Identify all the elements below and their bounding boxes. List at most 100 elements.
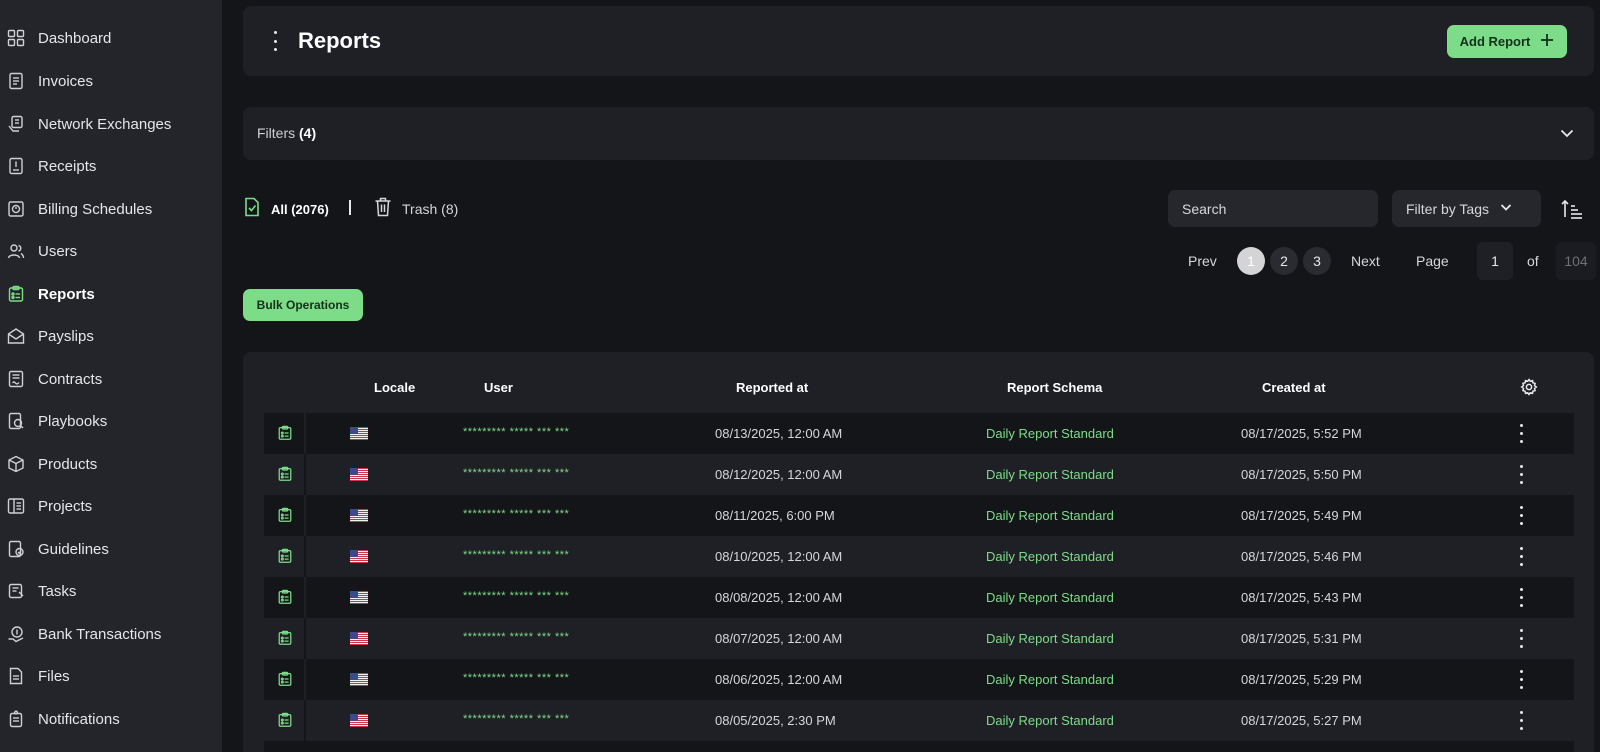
row-menu-button[interactable] [1516,547,1526,566]
cell-created-at: 08/17/2025, 5:43 PM [1241,590,1362,605]
tab-all-label: All (2076) [271,201,329,217]
us-flag-icon [350,550,368,563]
sidebar-item-label: Contracts [38,370,103,388]
trash-icon [374,197,392,222]
column-header-reported-at[interactable]: Reported at [736,380,808,395]
sidebar-item-dashboard[interactable]: Dashboard [0,20,222,56]
page-number-input[interactable] [1477,242,1513,280]
page-button-1[interactable]: 1 [1237,247,1265,275]
cell-reported-at: 08/05/2025, 2:30 PM [715,713,836,728]
sidebar-item-receipts[interactable]: Receipts [0,148,222,184]
prev-page-link[interactable]: Prev [1188,253,1217,269]
sidebar-item-guidelines[interactable]: Guidelines [0,531,222,567]
row-menu-button[interactable] [1516,424,1526,443]
cell-user[interactable]: ********* ***** *** *** [463,508,569,520]
sidebar-item-label: Reports [38,285,95,303]
cell-report-schema[interactable]: Daily Report Standard [986,672,1114,687]
playbook-icon [6,411,26,431]
table-row[interactable]: ********* ***** *** *** 08/10/2025, 12:0… [264,536,1574,577]
row-menu-button[interactable] [1516,629,1526,648]
table-row[interactable]: ********* ***** *** *** 08/05/2025, 2:30… [264,700,1574,741]
sidebar-item-label: Files [38,667,70,685]
table-row[interactable]: ********* ***** *** *** 08/08/2025, 12:0… [264,577,1574,618]
cell-user[interactable]: ********* ***** *** *** [463,426,569,438]
row-menu-button[interactable] [1516,588,1526,607]
report-icon [277,671,293,687]
row-separator [304,659,306,700]
row-separator [304,577,306,618]
sidebar-item-reports[interactable]: Reports [0,276,222,312]
table-row[interactable]: ********* ***** *** *** 08/06/2025, 12:0… [264,659,1574,700]
cell-user[interactable]: ********* ***** *** *** [463,590,569,602]
sort-icon[interactable] [1560,197,1584,221]
table-row[interactable]: ********* ***** *** *** 08/12/2025, 12:0… [264,454,1574,495]
chevron-down-icon[interactable] [1558,124,1576,142]
row-menu-button[interactable] [1516,670,1526,689]
cell-user[interactable]: ********* ***** *** *** [463,467,569,479]
add-report-label: Add Report [1459,34,1531,49]
add-report-button[interactable]: Add Report [1447,25,1567,58]
sidebar-item-files[interactable]: Files [0,658,222,694]
sidebar-item-contracts[interactable]: Contracts [0,361,222,397]
chevron-down-icon [1499,200,1513,217]
sidebar-item-notifications[interactable]: Notifications [0,701,222,737]
cell-report-schema[interactable]: Daily Report Standard [986,426,1114,441]
us-flag-icon [350,714,368,727]
sidebar-item-bank-transactions[interactable]: Bank Transactions [0,616,222,652]
cell-report-schema[interactable]: Daily Report Standard [986,549,1114,564]
gear-icon[interactable] [1520,378,1538,396]
page-button-3[interactable]: 3 [1303,247,1331,275]
row-separator [304,454,306,495]
tab-all[interactable]: All (2076) [243,197,329,221]
filters-panel[interactable]: Filters (4) [243,107,1594,160]
sidebar-item-playbooks[interactable]: Playbooks [0,403,222,439]
sidebar-item-projects[interactable]: Projects [0,488,222,524]
notification-icon [6,709,26,729]
sidebar-item-invoices[interactable]: Invoices [0,63,222,99]
column-header-created-at[interactable]: Created at [1262,380,1326,395]
table-row[interactable]: ********* ***** *** *** 08/13/2025, 12:0… [264,413,1574,454]
bulk-operations-button[interactable]: Bulk Operations [243,289,363,321]
sidebar-item-network-exchanges[interactable]: Network Exchanges [0,106,222,142]
cell-user[interactable]: ********* ***** *** *** [463,631,569,643]
cell-report-schema[interactable]: Daily Report Standard [986,713,1114,728]
table-row[interactable]: ********* ***** *** *** 08/11/2025, 6:00… [264,495,1574,536]
us-flag-icon [350,509,368,522]
us-flag-icon [350,468,368,481]
page-menu-button[interactable] [267,31,283,51]
cell-report-schema[interactable]: Daily Report Standard [986,590,1114,605]
sidebar-item-label: Bank Transactions [38,625,162,643]
sidebar-item-payslips[interactable]: Payslips [0,318,222,354]
cell-report-schema[interactable]: Daily Report Standard [986,467,1114,482]
column-header-user[interactable]: User [484,380,513,395]
row-menu-button[interactable] [1516,465,1526,484]
page-button-2[interactable]: 2 [1270,247,1298,275]
cell-user[interactable]: ********* ***** *** *** [463,549,569,561]
total-pages: 104 [1556,242,1596,280]
cell-reported-at: 08/08/2025, 12:00 AM [715,590,843,605]
bank-transaction-icon [6,624,26,644]
search-input[interactable] [1168,190,1378,227]
column-header-report-schema[interactable]: Report Schema [1007,380,1102,395]
sidebar-item-label: Network Exchanges [38,115,172,133]
sidebar-item-tasks[interactable]: Tasks [0,573,222,609]
tab-trash[interactable]: Trash (8) [374,197,458,221]
sidebar-item-users[interactable]: Users [0,233,222,269]
page-header: Reports Add Report [243,6,1594,76]
sidebar-item-products[interactable]: Products [0,446,222,482]
cell-user[interactable]: ********* ***** *** *** [463,672,569,684]
row-menu-button[interactable] [1516,711,1526,730]
cell-report-schema[interactable]: Daily Report Standard [986,631,1114,646]
report-icon [277,425,293,441]
of-label: of [1527,253,1539,269]
filters-title: Filters [257,125,296,141]
row-menu-button[interactable] [1516,506,1526,525]
sidebar-item-billing-schedules[interactable]: Billing Schedules [0,191,222,227]
table-row[interactable]: ********* ***** *** *** 08/07/2025, 12:0… [264,618,1574,659]
next-page-link[interactable]: Next [1351,253,1380,269]
cell-report-schema[interactable]: Daily Report Standard [986,508,1114,523]
cell-user[interactable]: ********* ***** *** *** [463,713,569,725]
column-header-locale[interactable]: Locale [374,380,415,395]
report-icon [6,284,26,304]
filter-by-tags-select[interactable]: Filter by Tags [1392,190,1541,227]
